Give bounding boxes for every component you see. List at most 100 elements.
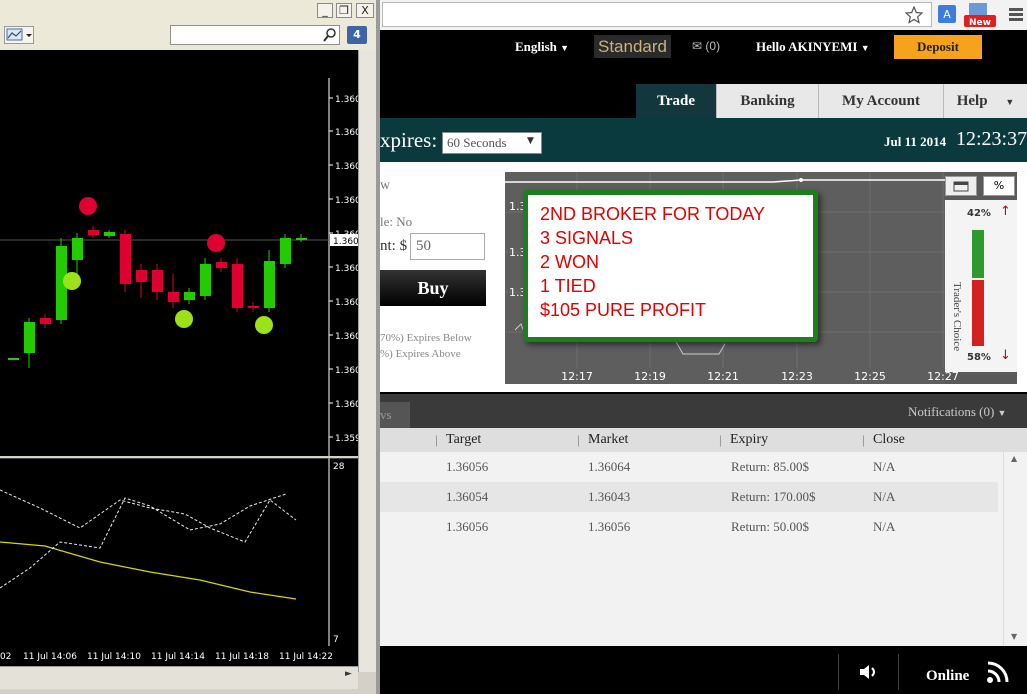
indicator-chart: 28 7 [0, 457, 358, 646]
cell-expiry: Return: 170.00$ [731, 489, 816, 504]
connection-status: Online [926, 668, 970, 684]
candle-body [120, 234, 131, 284]
table-row[interactable]: 1.36056 1.36064 Return: 85.00$ N/A [380, 452, 998, 482]
mini-time-label: 12:25 [854, 370, 886, 383]
search-icon[interactable] [323, 28, 337, 42]
messages-count: (0) [705, 39, 721, 53]
indicator-main-line [0, 541, 297, 600]
promo-line: 2 WON [540, 252, 600, 272]
sound-icon[interactable] [858, 664, 880, 680]
language-selector[interactable]: English ▼ [515, 39, 569, 55]
cell-market: 1.36056 [588, 519, 631, 534]
buy-button[interactable]: Buy [380, 270, 486, 306]
chevron-down-icon: ▼ [560, 43, 570, 53]
cell-expiry: Return: 85.00$ [731, 459, 809, 474]
deposit-button[interactable]: Deposit [894, 35, 982, 59]
language-label: English [515, 39, 557, 54]
tab-my-account[interactable]: My Account [818, 84, 943, 118]
trade-date: Jul 11 2014 [884, 134, 947, 149]
scroll-up-icon[interactable]: ▲ [1011, 454, 1017, 463]
indicator-label: 28 [333, 462, 345, 472]
candle-body [200, 264, 211, 296]
indicator-signal-line [0, 493, 287, 589]
time-label: 11 Jul 14:18 [215, 652, 269, 662]
percent-button[interactable]: % [983, 176, 1015, 196]
cell-close: N/A [873, 519, 896, 534]
messages-link[interactable]: ✉ (0) [692, 39, 720, 53]
address-bar[interactable] [382, 2, 932, 27]
table-row[interactable]: 1.36056 1.36056 Return: 50.00$ N/A [380, 512, 998, 542]
cell-target: 1.36054 [446, 489, 489, 504]
cell-market: 1.36064 [588, 459, 631, 474]
traders-choice-panel: 42% ↑ 58% ↓ Trader's Choice [945, 200, 1017, 372]
trade-ticket: w le: No nt: $ 50 Buy 70%) Expires Below… [380, 170, 498, 382]
expires-above-text: %) Expires Above [380, 348, 461, 360]
column-market[interactable]: Market [588, 428, 628, 452]
type-label: le: No [380, 214, 413, 229]
trade-clock: 12:23:37 [956, 128, 1027, 150]
price-chart: 1.360951.360851.360751.360651.360551.360… [0, 78, 372, 456]
user-greeting: Hello AKINYEMI [756, 39, 858, 54]
table-row[interactable]: 1.36054 1.36043 Return: 170.00$ N/A [380, 482, 998, 512]
promo-overlay: 2ND BROKER FOR TODAY 3 SIGNALS 2 WON 1 T… [523, 190, 818, 342]
chart-mode-button[interactable] [945, 176, 977, 196]
horizontal-scrollbar[interactable]: ► [0, 666, 358, 689]
restore-button[interactable]: ❐ [336, 3, 352, 18]
cell-close: N/A [873, 489, 896, 504]
mini-time-label: 12:17 [561, 370, 593, 383]
candle-body [136, 270, 147, 282]
close-button[interactable]: X [356, 3, 374, 18]
window-icon [953, 181, 969, 192]
account-type-badge: Standard [594, 35, 671, 58]
traders-up-percent: 42% [967, 208, 991, 219]
promo-line: $105 PURE PROFIT [540, 300, 707, 320]
search-input[interactable] [170, 25, 340, 45]
mini-time-label: 12:21 [707, 370, 739, 383]
translate-icon[interactable]: A [937, 4, 957, 24]
column-close[interactable]: Close [873, 428, 905, 452]
indicator-label: 7 [333, 635, 339, 645]
status-bar: Online [380, 646, 1027, 694]
scroll-right-icon[interactable]: ► [345, 669, 352, 679]
tab-trade[interactable]: Trade [636, 84, 716, 118]
user-menu[interactable]: Hello AKINYEMI ▼ [756, 39, 870, 55]
time-label: 11 Jul 14:22 [279, 652, 333, 662]
minimize-button[interactable]: _ [317, 3, 333, 18]
table-scrollbar[interactable]: ▲ ▼ [1003, 452, 1026, 646]
svg-text:New: New [969, 18, 991, 28]
menu-icon[interactable] [1008, 6, 1024, 24]
chart-type-dropdown[interactable] [4, 26, 34, 44]
price-label: 1.36085 [335, 128, 358, 138]
traders-down-percent: 58% [967, 352, 991, 363]
arrow-down-icon: ↓ [1000, 348, 1011, 363]
notifications-menu[interactable]: Notifications (0) ▼ [908, 404, 1006, 420]
tab-help[interactable]: Help ▼ [943, 84, 1027, 118]
column-target[interactable]: Target [446, 428, 481, 452]
signal-marker [207, 234, 225, 252]
time-label: 11 Jul 14:06 [23, 652, 77, 662]
chart-icon [6, 28, 32, 41]
candle-body [72, 238, 83, 260]
tab-banking[interactable]: Banking [716, 84, 818, 118]
expiry-select-value: 60 Seconds [447, 135, 507, 150]
expires-below-text: 70%) Expires Below [380, 332, 472, 344]
indicator-signal-line [0, 489, 297, 543]
amount-input[interactable]: 50 [410, 233, 485, 260]
expiry-select[interactable]: 60 Seconds ▼ [442, 132, 542, 154]
cell-market: 1.36043 [588, 489, 631, 504]
price-label: 1.36035 [335, 298, 358, 308]
column-expiry[interactable]: Expiry [730, 428, 768, 452]
vertical-scrollbar[interactable] [358, 50, 377, 672]
star-icon[interactable] [905, 6, 923, 24]
promo-line: 3 SIGNALS [540, 228, 634, 248]
traders-up-bar [972, 230, 984, 278]
new-extension-icon[interactable]: New [963, 2, 997, 28]
help-badge[interactable]: 4 [347, 26, 367, 44]
traders-choice-label: Trader's Choice [951, 282, 963, 352]
price-label: 1.35995 [335, 434, 358, 444]
candlestick-chart: 1.360951.360851.360751.360651.360551.360… [0, 78, 372, 456]
positions-tab[interactable]: vs [380, 402, 410, 428]
time-label: 11 Jul 14:10 [87, 652, 141, 662]
scroll-down-icon[interactable]: ▼ [1011, 632, 1017, 641]
indicator-panel: 28 7 [0, 457, 358, 646]
